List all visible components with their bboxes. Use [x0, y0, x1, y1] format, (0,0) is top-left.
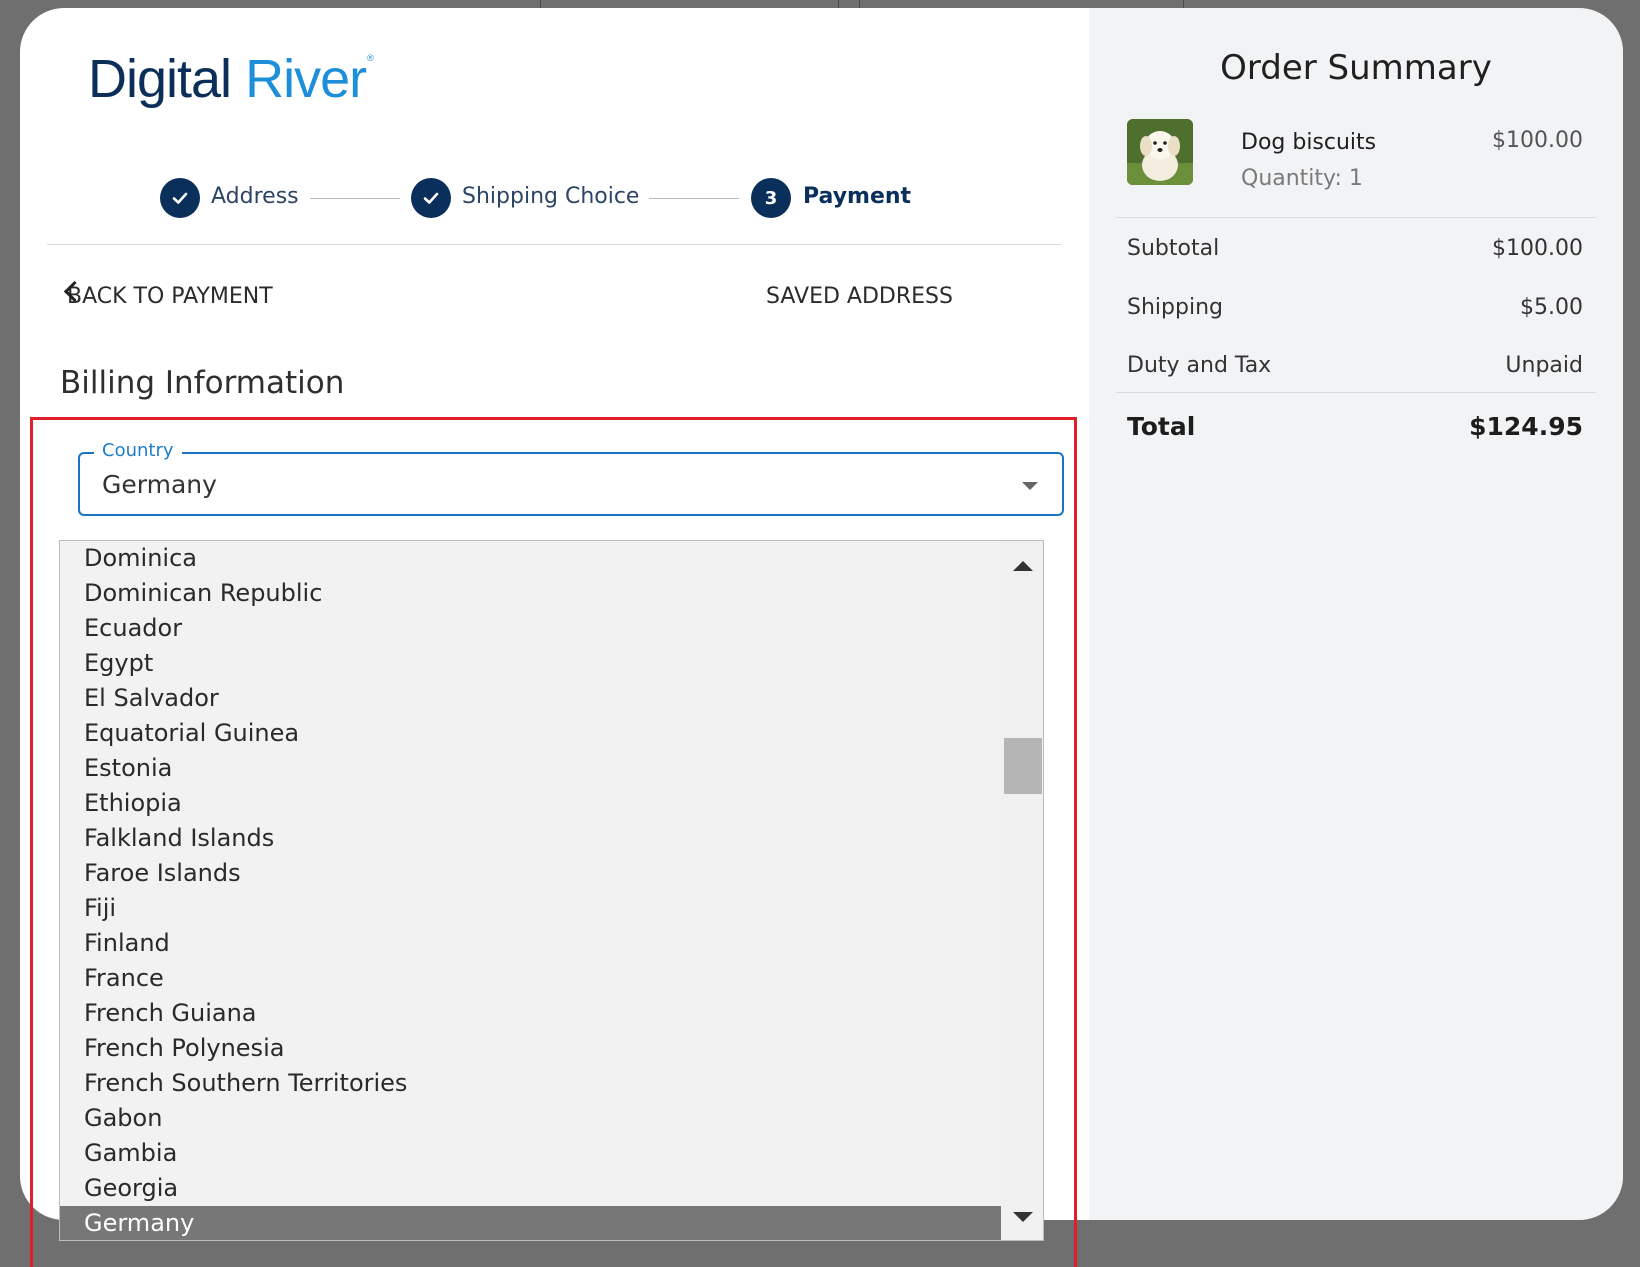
step-payment-label: Payment: [803, 184, 912, 209]
country-dropdown-list[interactable]: Dominica Dominican Republic Ecuador Egyp…: [59, 540, 1044, 1241]
step-shipping-check-icon: [411, 178, 451, 218]
background-divider: [859, 0, 860, 8]
summary-row-shipping: Shipping $5.00: [1127, 295, 1583, 320]
logo-word-river: River: [245, 49, 367, 109]
country-field-label: Country: [94, 440, 182, 461]
header-divider: [47, 244, 1062, 245]
summary-row-value: $100.00: [1492, 236, 1583, 261]
country-option[interactable]: Gabon: [60, 1101, 1003, 1136]
scroll-down-arrow-icon[interactable]: [1013, 1212, 1033, 1222]
summary-row-value: $5.00: [1520, 295, 1583, 320]
saved-address-link[interactable]: SAVED ADDRESS: [766, 284, 953, 309]
item-quantity: Quantity: 1: [1241, 166, 1363, 191]
logo-word-digital: Digital: [88, 49, 232, 109]
back-to-payment-link[interactable]: BACK TO PAYMENT: [63, 280, 273, 309]
background-divider: [838, 0, 839, 8]
summary-row-label: Duty and Tax: [1127, 353, 1272, 378]
item-name: Dog biscuits: [1241, 130, 1377, 155]
country-options: Dominica Dominican Republic Ecuador Egyp…: [60, 541, 1003, 1240]
logo-registered-mark: ®: [367, 53, 374, 63]
background-divider: [1183, 0, 1184, 8]
summary-divider: [1116, 217, 1596, 218]
scroll-up-arrow-icon[interactable]: [1013, 561, 1033, 571]
country-option[interactable]: French Guiana: [60, 996, 1003, 1031]
country-option[interactable]: Ethiopia: [60, 786, 1003, 821]
country-option[interactable]: Equatorial Guinea: [60, 716, 1003, 751]
country-option[interactable]: France: [60, 961, 1003, 996]
dropdown-scrollbar[interactable]: [1001, 541, 1043, 1240]
step-connector: [649, 198, 739, 199]
country-option[interactable]: El Salvador: [60, 681, 1003, 716]
summary-row-value: Unpaid: [1505, 353, 1583, 378]
step-payment-number: 3: [751, 178, 791, 218]
step-shipping-label[interactable]: Shipping Choice: [462, 184, 639, 209]
country-option[interactable]: Egypt: [60, 646, 1003, 681]
country-option[interactable]: Gambia: [60, 1136, 1003, 1171]
country-option[interactable]: Ecuador: [60, 611, 1003, 646]
total-label: Total: [1127, 412, 1196, 441]
billing-information-heading: Billing Information: [60, 365, 345, 401]
summary-row-duty-tax: Duty and Tax Unpaid: [1127, 353, 1583, 378]
country-option-selected[interactable]: Germany: [60, 1206, 1003, 1240]
checkout-stepper: Address Shipping Choice 3 Payment: [20, 178, 1089, 224]
country-selected-value: Germany: [102, 470, 217, 499]
country-option[interactable]: Falkland Islands: [60, 821, 1003, 856]
summary-row-total: Total $124.95: [1127, 412, 1583, 441]
step-address-check-icon: [160, 178, 200, 218]
country-option[interactable]: Dominican Republic: [60, 576, 1003, 611]
step-address-label[interactable]: Address: [211, 184, 299, 209]
saved-address-label: SAVED ADDRESS: [766, 284, 953, 309]
country-option[interactable]: Dominica: [60, 541, 1003, 576]
summary-row-label: Shipping: [1127, 295, 1223, 320]
scrollbar-thumb[interactable]: [1004, 738, 1042, 794]
order-summary-panel: Order Summary Dog biscuits Quantity: 1 $…: [1089, 8, 1623, 1220]
dropdown-caret-icon[interactable]: [1022, 482, 1038, 490]
total-value: $124.95: [1469, 412, 1583, 441]
summary-divider: [1116, 392, 1596, 393]
country-option[interactable]: Georgia: [60, 1171, 1003, 1206]
country-option[interactable]: Finland: [60, 926, 1003, 961]
country-option[interactable]: Fiji: [60, 891, 1003, 926]
background-divider: [540, 0, 541, 8]
country-option[interactable]: Estonia: [60, 751, 1003, 786]
order-summary-title: Order Summary: [1220, 48, 1492, 88]
product-image-puppy: [1127, 119, 1193, 185]
summary-row-subtotal: Subtotal $100.00: [1127, 236, 1583, 261]
country-select[interactable]: Country Germany: [78, 440, 1064, 516]
summary-row-label: Subtotal: [1127, 236, 1220, 261]
back-to-payment-label: BACK TO PAYMENT: [67, 284, 273, 309]
item-price: $100.00: [1492, 128, 1583, 153]
digital-river-logo: Digital River®: [88, 48, 374, 110]
step-connector: [310, 198, 400, 199]
country-option[interactable]: French Polynesia: [60, 1031, 1003, 1066]
country-option[interactable]: French Southern Territories: [60, 1066, 1003, 1101]
country-option[interactable]: Faroe Islands: [60, 856, 1003, 891]
